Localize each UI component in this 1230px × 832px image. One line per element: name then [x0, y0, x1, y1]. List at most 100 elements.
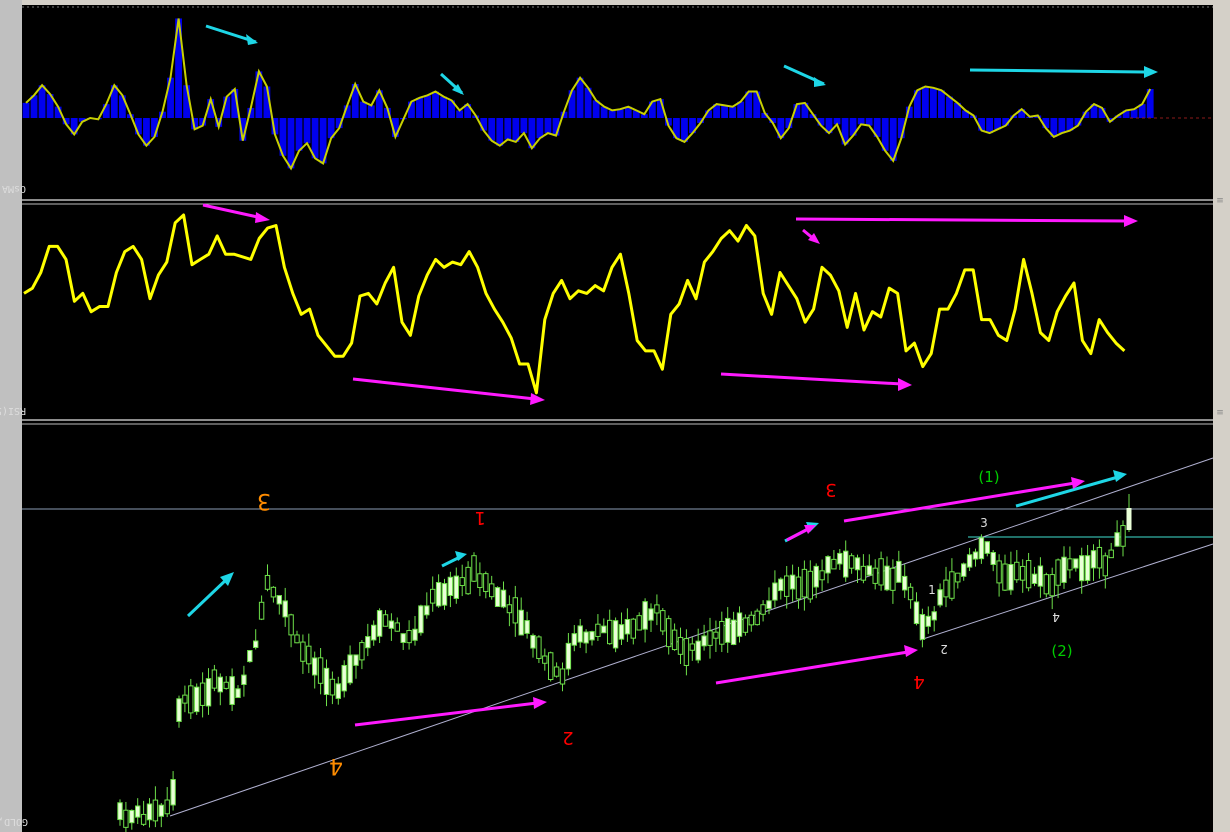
candle-body [1073, 558, 1079, 569]
candle-body [199, 682, 206, 706]
osma-bar [408, 101, 415, 118]
candle-body [961, 563, 967, 577]
candle-body [418, 605, 424, 634]
candle-body [1114, 532, 1120, 547]
candle-body [217, 676, 224, 693]
candle-body [229, 676, 235, 705]
candle-body [801, 568, 808, 598]
candle-body [819, 570, 825, 581]
candle-body [583, 631, 589, 644]
panel-splitter-icon[interactable]: ≡ [1216, 408, 1224, 418]
candle-body [465, 566, 471, 595]
candle-body [919, 614, 926, 640]
candle-body [382, 614, 389, 627]
candle-body [1084, 555, 1091, 581]
candle-body [784, 575, 790, 597]
osma-bar [929, 87, 937, 118]
candle-body [890, 567, 896, 591]
candle-body [754, 610, 760, 626]
rsi-indicator-label: RSI(5) 14.2534 [0, 405, 26, 416]
candle-body [831, 558, 837, 570]
candle-body [689, 643, 695, 651]
candle-body [902, 575, 908, 591]
candle-body [966, 554, 973, 568]
candle-body [1049, 574, 1055, 597]
candle-body [241, 674, 247, 685]
candle-body [424, 605, 430, 616]
candle-body [713, 631, 719, 639]
candle-body [978, 537, 985, 560]
candle-body [1120, 525, 1126, 547]
panel-splitter-icon[interactable]: ≡ [1216, 196, 1224, 206]
candle-body [253, 640, 259, 648]
candle-body [984, 541, 990, 554]
candle-body [471, 555, 477, 582]
osma-bar [303, 118, 311, 144]
candle-body [306, 645, 312, 665]
candle-body [624, 618, 631, 635]
candle-body [264, 574, 271, 590]
candle-body [300, 641, 306, 662]
candle-body [683, 638, 690, 666]
osma-bar [504, 118, 512, 140]
candle-body [500, 589, 507, 608]
wave-label: 4 [1052, 610, 1060, 624]
osma-bar [22, 102, 30, 118]
candle-body [282, 600, 288, 618]
price-indicator-label: GOLD,Weekly 1130.49 1139.97 1022.52 1098… [0, 816, 28, 827]
candle-body [630, 618, 636, 639]
candle-body [760, 604, 766, 615]
candle-body [235, 688, 241, 699]
osma-bar [367, 105, 375, 118]
candle-body [577, 625, 583, 643]
osma-bar [520, 118, 528, 134]
osma-bar [432, 91, 439, 118]
osma-bar [729, 106, 737, 118]
candle-body [371, 624, 377, 641]
candle-body [123, 809, 129, 828]
candle-body [707, 630, 713, 646]
candle-body [553, 666, 560, 677]
candle-body [1090, 550, 1097, 569]
candle-body [1079, 555, 1085, 582]
candle-body [548, 652, 554, 681]
wave-label: 2 [940, 642, 948, 656]
trading-chart-window: OsMA(12,26,9) -7.8029 ~ MA(1) -7.8029 RS… [0, 0, 1230, 832]
candle-body [406, 630, 412, 644]
osma-bar [576, 77, 584, 118]
candle-body [907, 586, 914, 601]
candle-body [536, 636, 542, 659]
candle-body [725, 617, 731, 643]
candle-body [453, 575, 460, 599]
osma-bar [608, 110, 616, 118]
candle-body [837, 552, 843, 565]
candle-body [1096, 546, 1103, 569]
candle-body [660, 610, 666, 632]
candle-body [394, 622, 401, 632]
candle-body [807, 570, 813, 600]
candle-body [1061, 556, 1067, 583]
osma-bar [295, 118, 303, 151]
candle-body [772, 582, 778, 601]
candle-body [1002, 563, 1008, 591]
candle-body [955, 572, 961, 583]
candle-body [170, 779, 176, 806]
candle-body [135, 805, 141, 818]
candle-body [483, 573, 489, 593]
candle-body [335, 683, 342, 699]
candle-body [276, 595, 283, 605]
candle-body [294, 634, 300, 644]
candle-body [666, 618, 672, 648]
osma-bar [416, 97, 423, 118]
candle-body [518, 609, 524, 636]
candle-body [146, 803, 153, 821]
candle-body [1020, 565, 1026, 581]
osma-bar [986, 118, 993, 134]
candle-body [211, 669, 218, 689]
wave-label: 2 [562, 727, 573, 748]
candle-body [601, 625, 607, 634]
candle-body [854, 557, 861, 571]
osma-bar [544, 118, 552, 134]
candle-body [494, 587, 501, 607]
osma-arrow [969, 68, 1149, 74]
